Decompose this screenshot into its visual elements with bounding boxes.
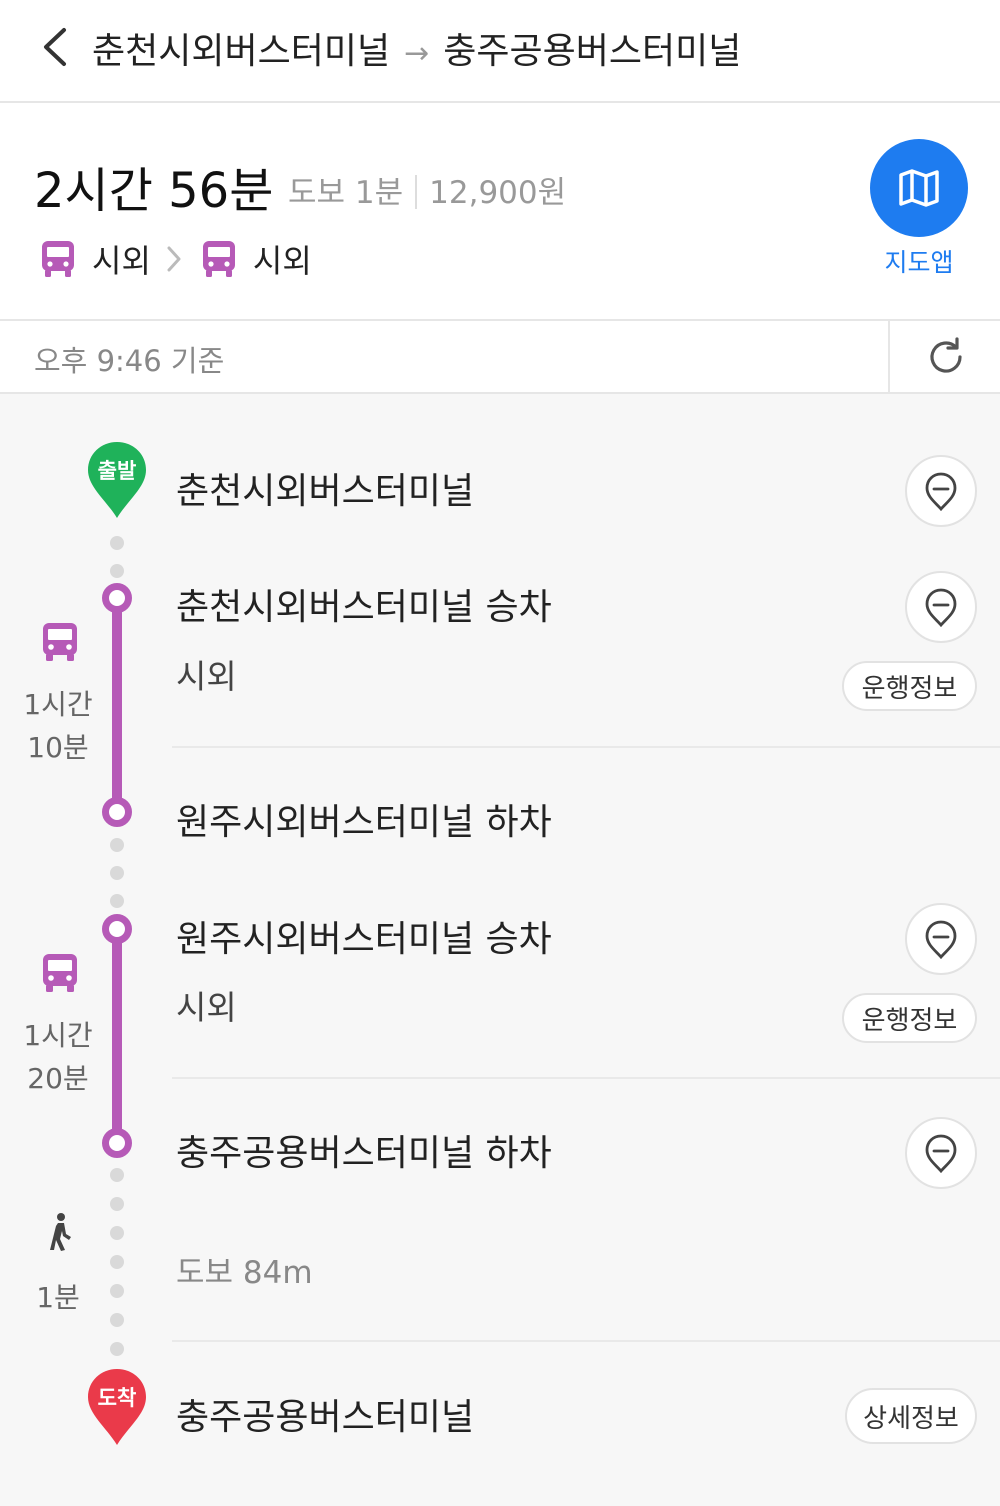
alight-node <box>102 797 132 827</box>
bus-type: 시외 <box>176 988 237 1027</box>
divider <box>172 1340 1000 1342</box>
location-button[interactable] <box>905 903 977 975</box>
location-pin-icon <box>925 472 957 511</box>
transport-modes: 시외 시외 <box>40 237 312 281</box>
end-badge: 도착 <box>97 1386 137 1410</box>
board-stop-name: 원주시외버스터미널 승차 <box>176 919 552 960</box>
path-dot <box>110 1168 124 1182</box>
path-dot <box>110 564 124 578</box>
destination-name: 충주공용버스터미널 <box>443 31 742 72</box>
path-dot <box>110 536 124 550</box>
alight-node <box>102 1128 132 1158</box>
end-stop-name: 충주공용버스터미널 <box>176 1397 475 1438</box>
time-basis-bar: 오후 9:46 기준 <box>0 321 1000 394</box>
duration-hours: 1시간 <box>23 1019 93 1052</box>
separator <box>415 175 418 209</box>
chevron-right-icon <box>167 246 181 272</box>
walk-icon <box>50 1213 71 1251</box>
alight-stop-name: 원주시외버스터미널 하차 <box>176 802 552 843</box>
service-info-button[interactable]: 운행정보 <box>842 661 977 711</box>
start-badge: 출발 <box>97 459 137 483</box>
board-stop-name: 춘천시외버스터미널 승차 <box>176 587 552 628</box>
board-node <box>102 583 132 613</box>
detail-info-button[interactable]: 상세정보 <box>845 1388 977 1444</box>
bus-icon <box>43 954 77 992</box>
path-dot <box>110 894 124 908</box>
total-time: 2시간 56분 <box>34 163 274 219</box>
segment-duration: 1시간 20분 <box>18 1014 98 1100</box>
location-pin-icon <box>925 1134 957 1173</box>
service-info-button[interactable]: 운행정보 <box>842 993 977 1043</box>
path-dot <box>110 1342 124 1356</box>
path-dot <box>110 866 124 880</box>
path-dot <box>110 1284 124 1298</box>
bus-icon <box>202 241 235 277</box>
bus-route-line <box>112 928 122 1144</box>
divider <box>172 746 1000 748</box>
path-dot <box>110 1313 124 1327</box>
bus-icon <box>42 241 74 277</box>
segment-duration: 1시간 10분 <box>18 683 98 769</box>
mode-label-1: 시외 <box>92 242 151 280</box>
bus-type: 시외 <box>176 657 237 696</box>
time-basis: 오후 9:46 기준 <box>34 344 225 378</box>
path-dot <box>110 1255 124 1269</box>
path-dot <box>110 1197 124 1211</box>
bus-icon <box>43 623 77 661</box>
divider <box>888 321 890 394</box>
walk-distance: 도보 84m <box>176 1255 313 1291</box>
map-app-button[interactable] <box>870 139 968 237</box>
duration-minutes: 20분 <box>27 1062 89 1095</box>
location-pin-icon <box>925 588 957 627</box>
path-dot <box>110 838 124 852</box>
location-button[interactable] <box>905 1117 977 1189</box>
divider <box>172 1077 1000 1079</box>
start-pin: 출발 <box>86 440 148 520</box>
end-pin: 도착 <box>86 1367 148 1447</box>
location-pin-icon <box>925 920 957 959</box>
fare: 12,900원 <box>429 175 567 211</box>
map-icon <box>899 169 939 207</box>
top-bar: 춘천시외버스터미널 → 충주공용버스터미널 <box>0 0 1000 103</box>
origin-name: 춘천시외버스터미널 <box>92 31 391 72</box>
back-icon[interactable] <box>36 24 76 70</box>
board-node <box>102 914 132 944</box>
duration-minutes: 10분 <box>27 731 89 764</box>
location-button[interactable] <box>905 571 977 643</box>
refresh-icon[interactable] <box>924 335 968 379</box>
walk-duration: 1분 <box>36 1281 80 1314</box>
duration-hours: 1시간 <box>23 688 93 721</box>
location-button[interactable] <box>905 455 977 527</box>
bus-route-line <box>112 597 122 813</box>
mode-label-2: 시외 <box>252 242 312 280</box>
route-title: 춘천시외버스터미널 → 충주공용버스터미널 <box>92 22 741 74</box>
path-dot <box>110 1226 124 1240</box>
start-stop-name: 춘천시외버스터미널 <box>176 471 475 512</box>
map-app-label[interactable]: 지도앱 <box>870 243 968 279</box>
route-summary: 2시간 56분 도보 1분 12,900원 시외 시외 지도앱 <box>0 103 1000 321</box>
arrow-icon: → <box>404 36 430 71</box>
walk-time: 도보 1분 <box>288 175 404 211</box>
alight-stop-name: 충주공용버스터미널 하차 <box>176 1133 552 1174</box>
summary-details: 도보 1분 12,900원 <box>288 167 566 212</box>
